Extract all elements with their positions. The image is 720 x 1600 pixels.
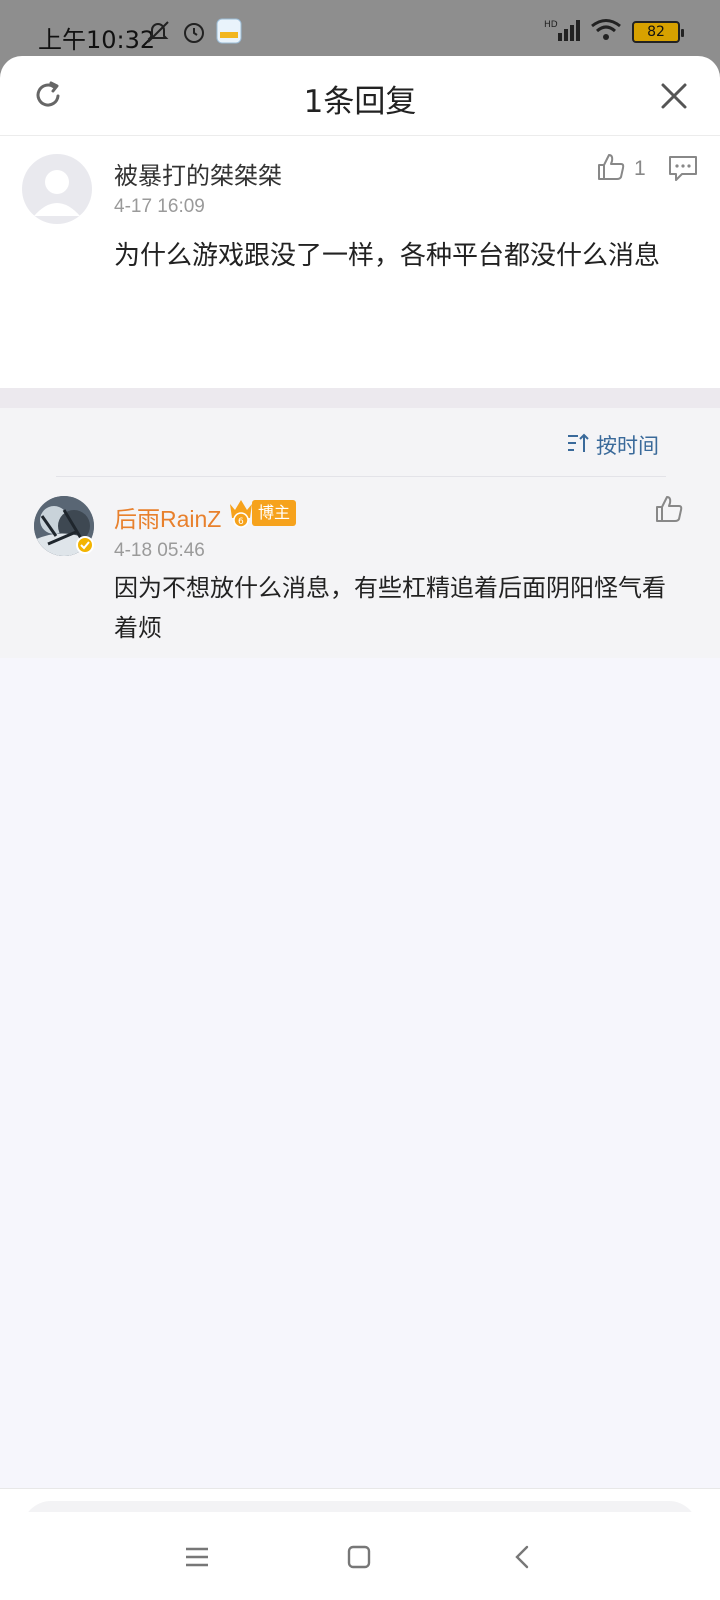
root-timestamp: 4-17 16:09 — [114, 196, 205, 217]
system-navbar — [0, 1512, 720, 1600]
sort-label: 按时间 — [596, 434, 659, 458]
wifi-icon — [590, 17, 622, 47]
app-notification-icon — [216, 18, 242, 48]
reply-sheet: 1条回复 被暴打的桀桀桀 4-17 16:09 为什么游戏跟没了一样，各种平台都… — [0, 56, 720, 1600]
section-divider — [0, 388, 720, 408]
root-username[interactable]: 被暴打的桀桀桀 — [114, 156, 282, 191]
replies-section: 按时间 后雨RainZ 6 博主 4-18 05:46 因为不想放什么消息，有些… — [0, 408, 720, 658]
menu-icon[interactable] — [180, 1540, 214, 1574]
root-comment-text: 为什么游戏跟没了一样，各种平台都没什么消息 — [114, 241, 661, 271]
root-comment: 被暴打的桀桀桀 4-17 16:09 为什么游戏跟没了一样，各种平台都没什么消息… — [0, 136, 720, 388]
svg-text:6: 6 — [238, 517, 244, 527]
divider — [56, 476, 666, 477]
thumbs-up-icon[interactable] — [654, 494, 684, 528]
vip-crown-icon: 6 — [228, 496, 254, 532]
alarm-icon — [180, 18, 208, 50]
back-icon[interactable] — [506, 1540, 540, 1574]
sort-button[interactable]: 按时间 — [566, 430, 659, 460]
mute-icon — [144, 18, 172, 50]
sheet-header: 1条回复 — [0, 56, 720, 136]
comment-icon[interactable] — [668, 154, 698, 186]
battery-indicator: 82 — [632, 21, 684, 43]
reply-username[interactable]: 后雨RainZ — [114, 500, 221, 534]
like-count: 1 — [634, 157, 646, 180]
status-right: HD 82 — [544, 17, 684, 47]
reply-timestamp: 4-18 05:46 — [114, 540, 205, 561]
thumbs-up-icon — [596, 152, 626, 186]
svg-text:HD: HD — [544, 20, 558, 30]
status-time: 上午10:32 — [38, 26, 156, 54]
battery-level: 82 — [647, 24, 665, 40]
close-icon[interactable] — [656, 78, 692, 114]
sort-icon — [566, 432, 590, 459]
avatar[interactable] — [22, 154, 92, 224]
status-bar: 上午10:32 HD 82 — [0, 0, 720, 62]
root-like-button[interactable]: 1 — [596, 152, 646, 186]
blogger-badge: 博主 — [252, 500, 297, 526]
verified-icon — [76, 536, 94, 554]
page-title: 1条回复 — [303, 84, 417, 120]
reply-text: 因为不想放什么消息，有些杠精追着后面阴阳怪气看着烦 — [114, 574, 666, 642]
empty-area — [0, 658, 720, 1488]
home-icon[interactable] — [342, 1540, 376, 1574]
signal-icon: HD — [544, 17, 580, 47]
